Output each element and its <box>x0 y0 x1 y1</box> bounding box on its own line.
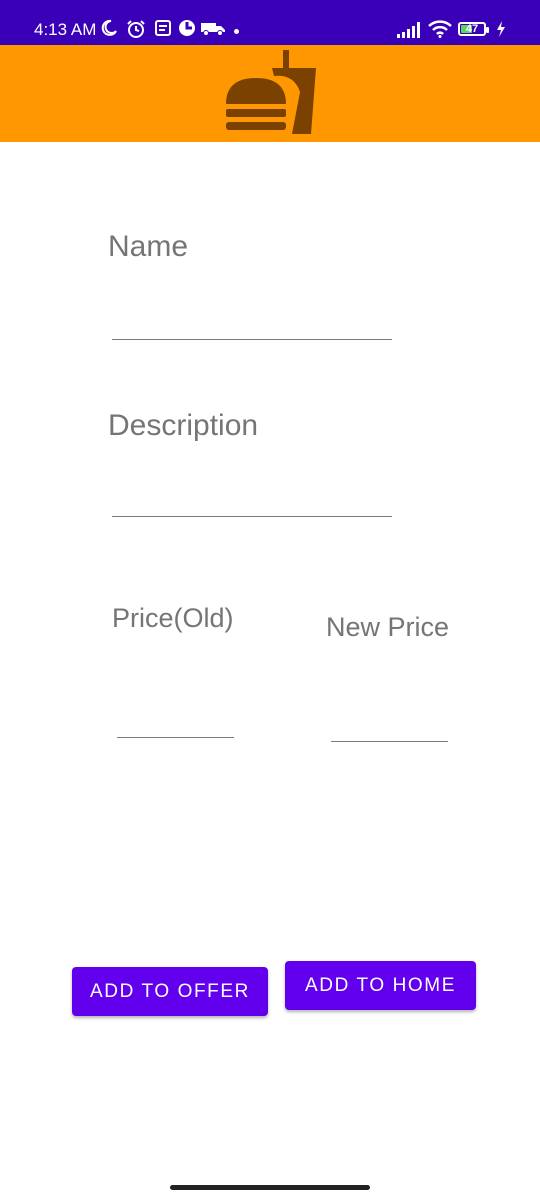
app-icon <box>179 20 195 36</box>
alarm-icon <box>127 20 145 38</box>
status-bar: 4:13 AM 47 <box>0 0 540 45</box>
old-price-input[interactable] <box>117 737 234 738</box>
add-to-offer-button[interactable]: ADD TO OFFER <box>72 967 268 1016</box>
description-input[interactable] <box>112 516 392 517</box>
status-dot <box>234 29 239 34</box>
status-time: 4:13 AM <box>34 20 97 39</box>
app-bar <box>0 45 540 142</box>
name-input[interactable] <box>112 339 392 340</box>
moon-icon <box>101 19 117 36</box>
signal-icon <box>397 22 420 38</box>
old-price-label: Price(Old) <box>112 603 234 633</box>
battery-level: 47 <box>465 23 479 35</box>
wifi-icon <box>428 20 452 38</box>
notes-icon <box>155 20 171 36</box>
add-to-home-button[interactable]: ADD TO HOME <box>285 961 476 1010</box>
description-label: Description <box>108 409 259 442</box>
new-price-input[interactable] <box>331 741 448 742</box>
new-price-label: New Price <box>326 612 450 642</box>
home-indicator[interactable] <box>170 1185 370 1190</box>
name-label: Name <box>108 230 189 263</box>
charging-icon <box>497 21 505 37</box>
truck-icon <box>201 23 225 36</box>
battery-icon: 47 <box>458 22 489 36</box>
fast-food-logo <box>226 50 316 134</box>
